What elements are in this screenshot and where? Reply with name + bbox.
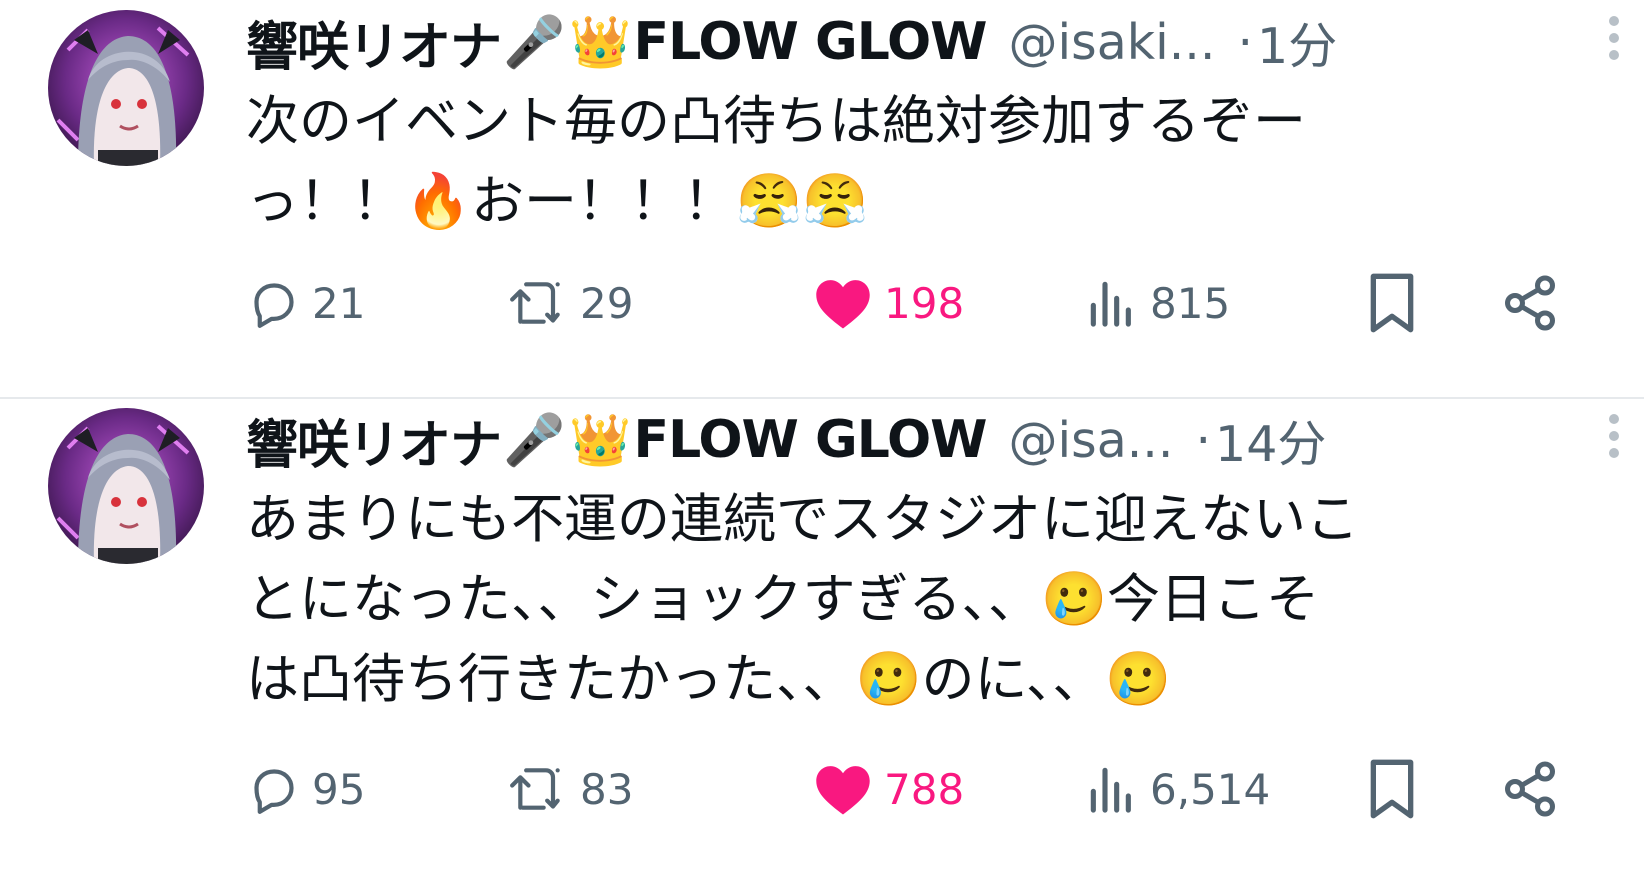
tweet-text: 次のイベント毎の凸待ちは絶対参加するぞー っ！！🔥おー！！！😤😤 — [246, 91, 1306, 232]
author-handle[interactable]: @isa... — [1009, 412, 1174, 469]
like-count: 198 — [884, 278, 965, 328]
retweet-count: 83 — [580, 764, 634, 814]
avatar[interactable] — [48, 408, 204, 564]
like-button[interactable]: 198 — [812, 268, 964, 338]
crown-emoji: 👑 — [569, 410, 632, 469]
retweet-icon — [508, 275, 570, 331]
retweet-button[interactable]: 83 — [508, 754, 633, 824]
view-count: 6,514 — [1150, 764, 1271, 814]
reply-button[interactable]: 95 — [246, 754, 365, 824]
heart-icon — [812, 275, 874, 331]
retweet-count: 29 — [580, 278, 634, 328]
more-icon[interactable] — [1584, 406, 1644, 466]
like-button[interactable]: 788 — [812, 754, 964, 824]
tweet-text: あまりにも不運の連続でスタジオに迎えないこ とになった、、ショックすぎる、、🥲今… — [246, 489, 1359, 710]
tweet[interactable]: 響咲リオナ 🎤 👑 FLOW GLOW @isaki... · 1分 次のイベン… — [0, 0, 1644, 400]
author-handle[interactable]: @isaki... — [1009, 14, 1216, 71]
crown-emoji: 👑 — [569, 12, 632, 71]
view-count: 815 — [1150, 278, 1231, 328]
author-name[interactable]: 響咲リオナ — [246, 5, 502, 80]
author-name[interactable]: 響咲リオナ — [246, 403, 502, 478]
microphone-emoji: 🎤 — [503, 12, 566, 71]
author-group[interactable]: FLOW GLOW — [634, 12, 988, 72]
separator-dot: · — [1195, 411, 1212, 469]
retweet-icon — [508, 761, 570, 817]
tweet-header: 響咲リオナ 🎤 👑 FLOW GLOW @isaki... · 1分 — [246, 7, 1576, 78]
reply-icon — [246, 761, 302, 817]
share-icon — [1500, 759, 1560, 819]
reply-count: 21 — [312, 278, 366, 328]
heart-icon — [812, 761, 874, 817]
bookmark-button[interactable] — [1364, 268, 1420, 338]
bookmark-icon — [1364, 757, 1420, 821]
action-bar: 95 83 788 6,514 — [246, 754, 1576, 824]
retweet-button[interactable]: 29 — [508, 268, 633, 338]
bookmark-button[interactable] — [1364, 754, 1420, 824]
bookmark-icon — [1364, 271, 1420, 335]
share-icon — [1500, 273, 1560, 333]
microphone-emoji: 🎤 — [503, 410, 566, 469]
views-icon — [1084, 761, 1140, 817]
timestamp[interactable]: 1分 — [1257, 7, 1337, 78]
tweet-header: 響咲リオナ 🎤 👑 FLOW GLOW @isa... · 14分 — [246, 405, 1576, 476]
reply-icon — [246, 275, 302, 331]
avatar[interactable] — [48, 10, 204, 166]
like-count: 788 — [884, 764, 965, 814]
action-bar: 21 29 198 815 — [246, 268, 1576, 338]
views-icon — [1084, 275, 1140, 331]
separator-dot: · — [1237, 13, 1254, 71]
share-button[interactable] — [1500, 268, 1560, 338]
tweet[interactable]: 響咲リオナ 🎤 👑 FLOW GLOW @isa... · 14分 あまりにも不… — [0, 398, 1644, 819]
more-icon[interactable] — [1584, 8, 1644, 68]
views-button[interactable]: 815 — [1084, 268, 1230, 338]
views-button[interactable]: 6,514 — [1084, 754, 1270, 824]
share-button[interactable] — [1500, 754, 1560, 824]
author-group[interactable]: FLOW GLOW — [634, 410, 988, 470]
reply-button[interactable]: 21 — [246, 268, 365, 338]
reply-count: 95 — [312, 764, 366, 814]
timestamp[interactable]: 14分 — [1215, 405, 1326, 476]
